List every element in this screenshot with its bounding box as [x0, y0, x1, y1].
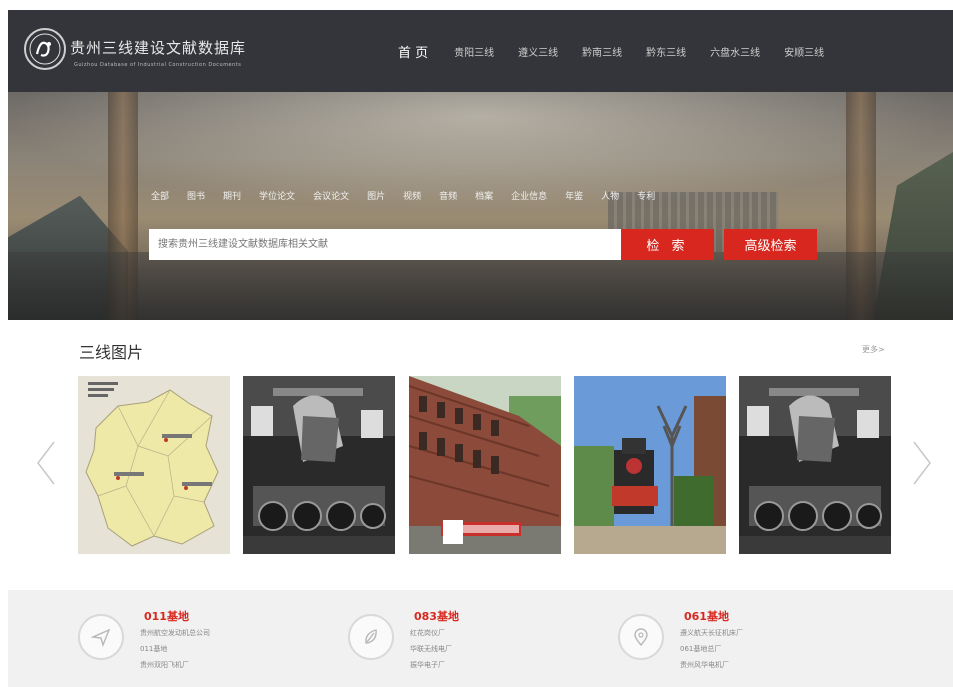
section-title-pictures: 三线图片	[79, 343, 144, 362]
nav-item-guiyang[interactable]: 贵阳三线	[454, 44, 494, 61]
category-books[interactable]: 图书	[187, 188, 205, 206]
photo-brick-factory[interactable]	[409, 376, 561, 554]
photo-locomotive-bw-2[interactable]	[739, 376, 891, 554]
base-list-item[interactable]: 贵州双阳飞机厂	[140, 660, 189, 670]
category-people[interactable]: 人物	[601, 188, 619, 206]
main-nav: 首 页 贵阳三线 遵义三线 黔南三线 黔东三线 六盘水三线 安顺三线	[398, 44, 848, 61]
base-list-item[interactable]: 遵义航天长征机床厂	[680, 628, 743, 638]
base-title[interactable]: 011基地	[144, 608, 189, 624]
carousel-prev-icon[interactable]	[32, 438, 60, 488]
base-list-item[interactable]: 振华电子厂	[410, 660, 445, 670]
search-category-tabs: 全部 图书 期刊 学位论文 会议论文 图片 视频 音频 档案 企业信息 年鉴 人…	[151, 188, 811, 206]
nav-item-qiannan[interactable]: 黔南三线	[582, 44, 622, 61]
site-header: 贵州三线建设文献数据库 Guizhou Database of Industri…	[8, 10, 953, 92]
bases-section	[8, 590, 953, 687]
base-list-item[interactable]: 贵州航空发动机总公司	[140, 628, 210, 638]
nav-item-zunyi[interactable]: 遵义三线	[518, 44, 558, 61]
photo-red-locomotive[interactable]	[574, 376, 726, 554]
advanced-search-button[interactable]: 高级检索	[724, 229, 817, 260]
category-video[interactable]: 视频	[403, 188, 421, 206]
category-conference[interactable]: 会议论文	[313, 188, 349, 206]
site-subtitle: Guizhou Database of Industrial Construct…	[74, 62, 242, 68]
search-input[interactable]	[149, 229, 621, 260]
base-title[interactable]: 061基地	[684, 608, 729, 624]
photo-map[interactable]	[78, 376, 230, 554]
base-list-item[interactable]: 061基地总厂	[680, 644, 721, 654]
nav-item-home[interactable]: 首 页	[398, 42, 428, 61]
base-list-item[interactable]: 011基地	[140, 644, 167, 654]
send-icon[interactable]	[78, 614, 124, 660]
base-list-item[interactable]: 华联无线电厂	[410, 644, 452, 654]
search-banner: 全部 图书 期刊 学位论文 会议论文 图片 视频 音频 档案 企业信息 年鉴 人…	[8, 92, 953, 320]
base-list-item[interactable]: 红花岗仪厂	[410, 628, 445, 638]
banner-water	[8, 252, 953, 320]
category-companies[interactable]: 企业信息	[511, 188, 547, 206]
carousel-next-icon[interactable]	[908, 438, 936, 488]
base-title[interactable]: 083基地	[414, 608, 459, 624]
category-audio[interactable]: 音频	[439, 188, 457, 206]
category-journals[interactable]: 期刊	[223, 188, 241, 206]
search-button[interactable]: 检 索	[621, 229, 714, 260]
nav-item-anshun[interactable]: 安顺三线	[784, 44, 824, 61]
nav-item-qiandong[interactable]: 黔东三线	[646, 44, 686, 61]
category-images[interactable]: 图片	[367, 188, 385, 206]
location-pin-icon[interactable]	[618, 614, 664, 660]
category-archives[interactable]: 档案	[475, 188, 493, 206]
category-patents[interactable]: 专利	[637, 188, 655, 206]
leaf-icon[interactable]	[348, 614, 394, 660]
base-list-item[interactable]: 贵州风华电机厂	[680, 660, 729, 670]
photo-locomotive-bw[interactable]	[243, 376, 395, 554]
emblem-graphic	[29, 33, 61, 65]
category-all[interactable]: 全部	[151, 188, 169, 206]
nav-item-liupanshui[interactable]: 六盘水三线	[710, 44, 760, 61]
logo-emblem-icon[interactable]	[24, 28, 66, 70]
category-yearbooks[interactable]: 年鉴	[565, 188, 583, 206]
more-pictures-link[interactable]: 更多>	[862, 344, 885, 355]
site-title: 贵州三线建设文献数据库	[70, 39, 247, 57]
category-theses[interactable]: 学位论文	[259, 188, 295, 206]
